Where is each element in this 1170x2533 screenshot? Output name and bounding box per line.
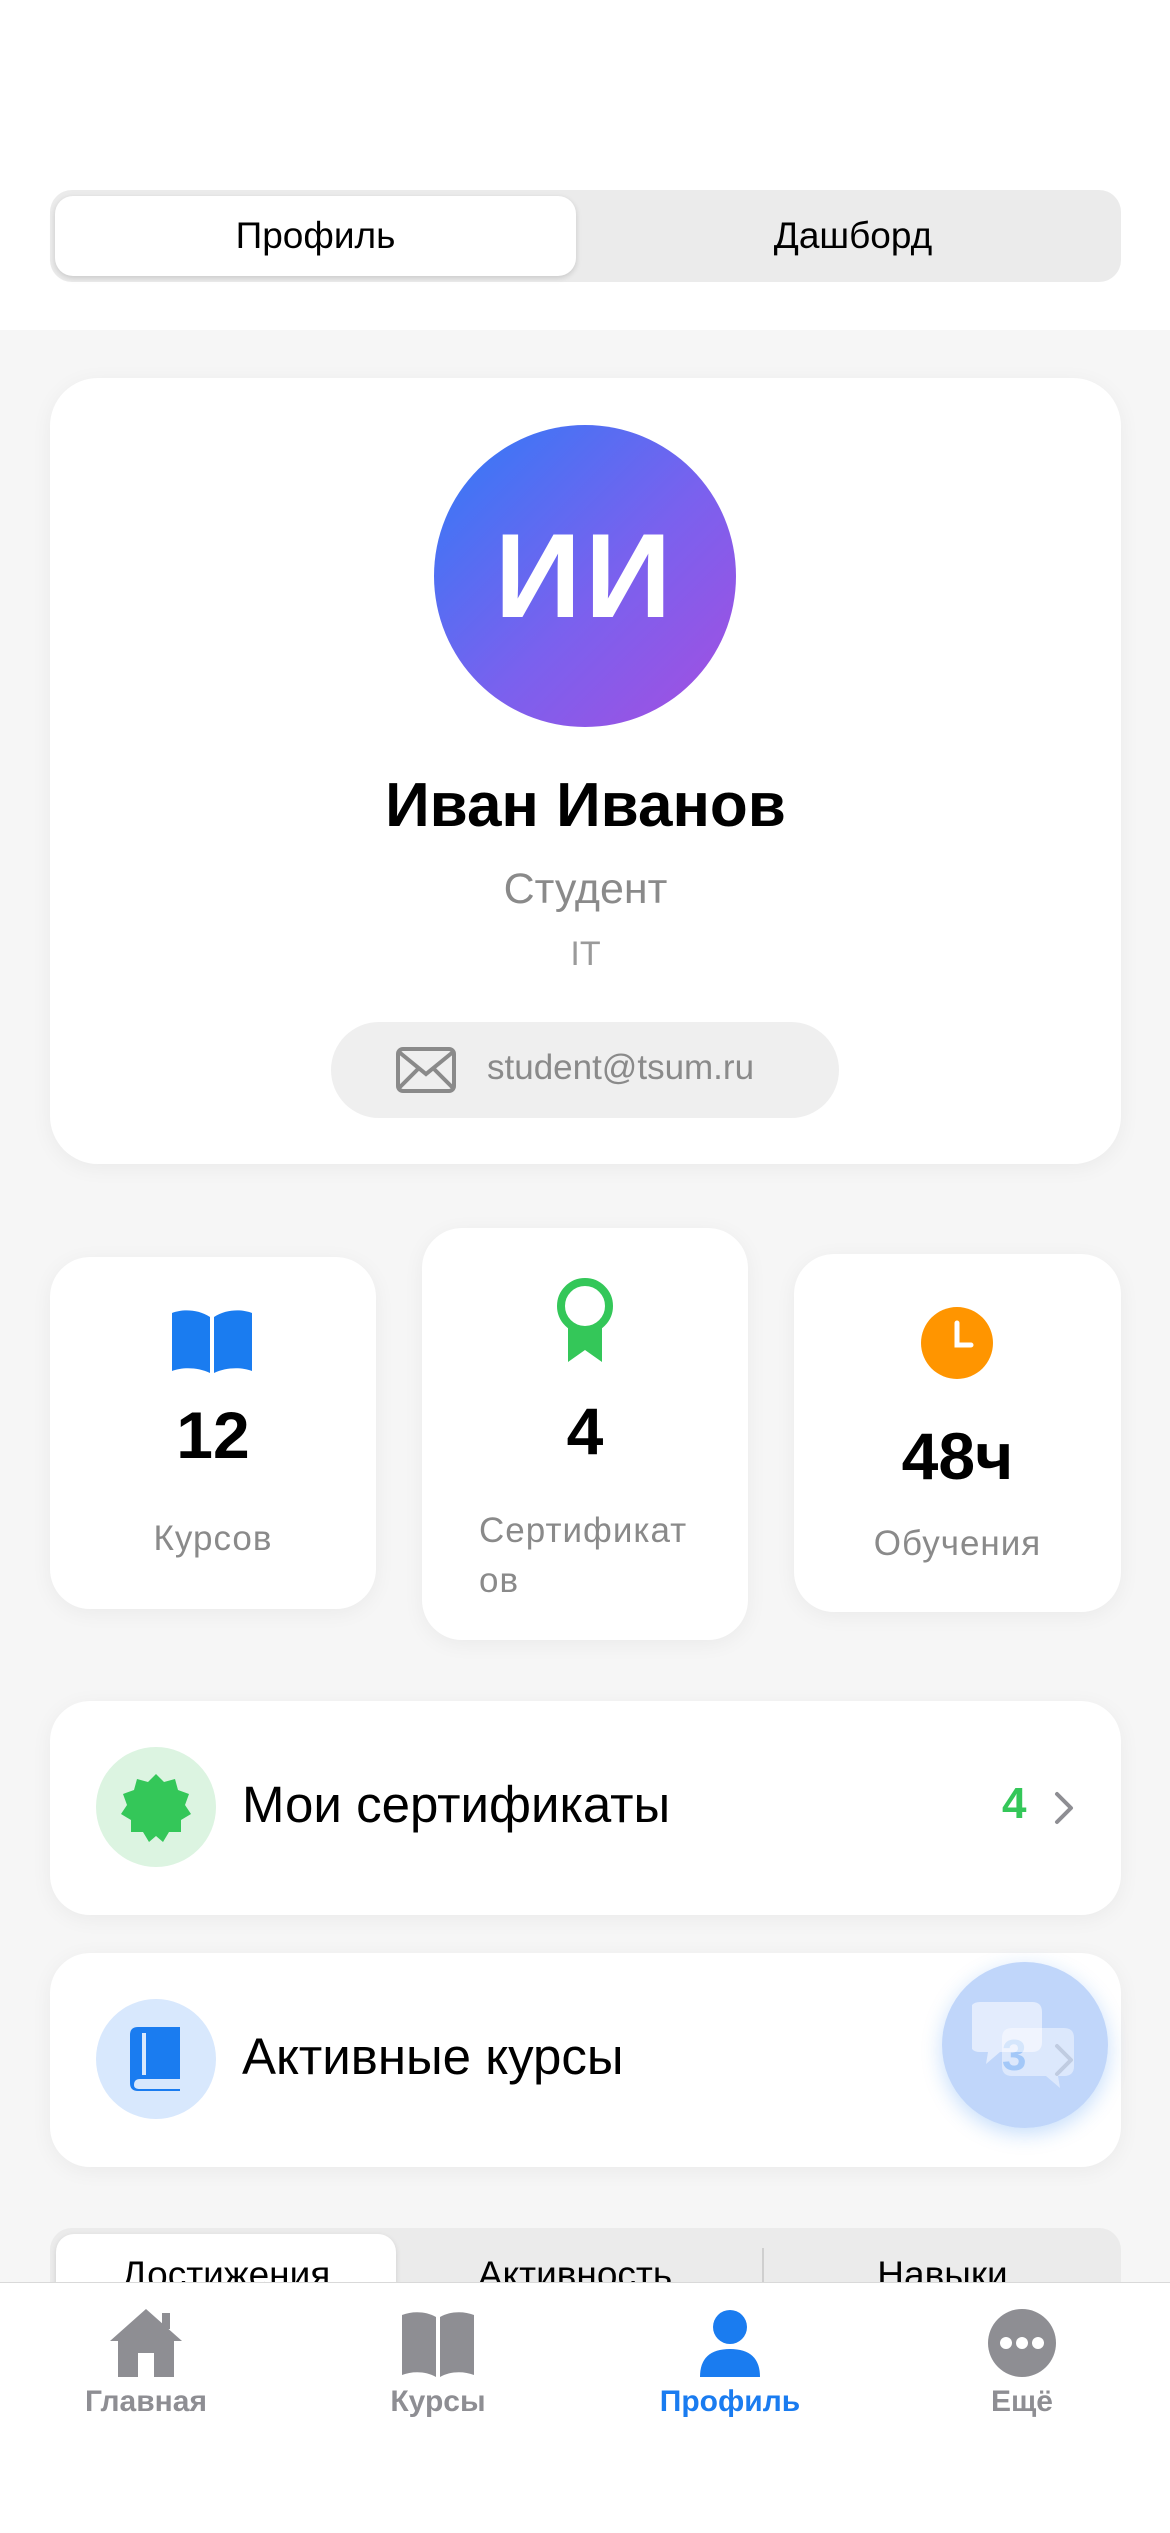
tab-courses-label: Курсы <box>390 2385 486 2418</box>
book-icon-bg <box>96 1999 216 2119</box>
stat-card-learning: 48ч Обучения <box>794 1254 1121 1612</box>
segment-dashboard[interactable]: Дашборд <box>590 196 1116 276</box>
stat-courses-label: Курсов <box>153 1519 273 1558</box>
stat-certificates-label: Сертификат ов <box>479 1506 687 1606</box>
tab-more-label: Ещё <box>990 2385 1053 2418</box>
tab-profile-label: Профиль <box>659 2385 801 2418</box>
segment-profile[interactable]: Профиль <box>55 196 576 276</box>
profile-dashboard-segmented-control: Профиль Дашборд <box>50 190 1121 282</box>
envelope-icon <box>396 1047 456 1093</box>
avatar: ИИ <box>434 425 736 727</box>
profile-department: IT <box>570 935 601 973</box>
book-icon <box>130 2027 180 2091</box>
tab-courses[interactable]: Курсы <box>292 2283 584 2443</box>
email-text: student@tsum.ru <box>487 1048 755 1087</box>
stat-card-courses: 12 Курсов <box>50 1257 376 1609</box>
tab-more[interactable]: Ещё <box>876 2283 1168 2443</box>
stat-learning-value: 48ч <box>901 1419 1014 1493</box>
stat-certificates-value: 4 <box>566 1394 604 1468</box>
email-pill[interactable]: student@tsum.ru <box>331 1022 839 1118</box>
row-my-certificates-count: 4 <box>1002 1779 1027 1828</box>
book-open-icon <box>402 2312 474 2377</box>
seal-icon-bg <box>96 1747 216 1867</box>
stat-courses-value: 12 <box>176 1398 250 1472</box>
more-icon <box>988 2309 1056 2377</box>
row-active-courses-title: Активные курсы <box>242 2028 624 2085</box>
chat-fab[interactable] <box>942 1962 1108 2128</box>
tab-home-label: Главная <box>84 2385 207 2418</box>
award-icon <box>557 1278 613 1362</box>
person-icon <box>700 2310 760 2377</box>
seal-icon <box>121 1774 191 1842</box>
house-icon <box>110 2309 182 2377</box>
book-icon <box>172 1310 252 1373</box>
profile-role: Студент <box>503 865 668 913</box>
row-my-certificates-title: Мои сертификаты <box>242 1776 671 1833</box>
avatar-initials: ИИ <box>494 509 676 643</box>
stat-card-certificates: 4 Сертификат ов <box>422 1228 748 1640</box>
tab-bar: Главная Курсы Профиль Ещё <box>0 2282 1170 2533</box>
stat-learning-label: Обучения <box>873 1524 1042 1563</box>
clock-icon <box>921 1307 993 1379</box>
stat-certificates-label-line1: Сертификат <box>479 1511 688 1550</box>
tab-home[interactable]: Главная <box>0 2283 292 2443</box>
profile-name: Иван Иванов <box>385 771 786 840</box>
chevron-right-icon <box>1055 1792 1073 1824</box>
chat-bubbles-icon <box>972 2002 1074 2088</box>
row-my-certificates[interactable]: Мои сертификаты 4 <box>50 1701 1121 1915</box>
tab-profile[interactable]: Профиль <box>584 2283 876 2443</box>
stat-certificates-label-line2: ов <box>479 1561 520 1600</box>
